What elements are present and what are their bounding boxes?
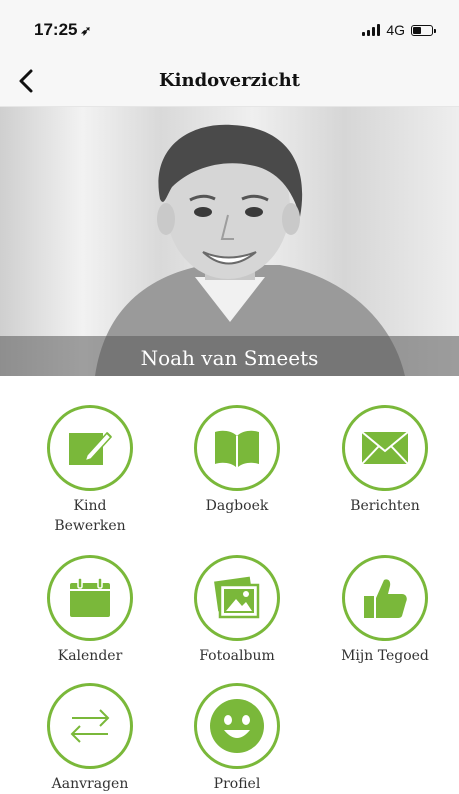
- calendar-icon: [70, 577, 110, 617]
- tile-circle: [47, 405, 133, 491]
- tile-label: Mijn Tegoed: [341, 648, 429, 664]
- location-arrow-icon: ➶: [80, 23, 92, 38]
- tile-circle: [342, 405, 428, 491]
- network-type: 4G: [386, 22, 405, 38]
- tile-label: Berichten: [350, 498, 420, 514]
- tile-circle: [194, 405, 280, 491]
- edit-icon: [69, 431, 113, 465]
- tile-label: Aanvragen: [51, 776, 129, 792]
- tile-circle: [194, 555, 280, 641]
- tile-label: Fotoalbum: [199, 648, 275, 664]
- tile-label: Profiel: [213, 776, 261, 792]
- tile-mijn-tegoed[interactable]: Mijn Tegoed: [325, 555, 445, 666]
- thumbs-up-icon: [364, 579, 407, 618]
- tile-circle: [47, 683, 133, 769]
- book-icon: [215, 430, 259, 468]
- status-time: 17:25 ➶: [34, 20, 91, 40]
- tile-kalender[interactable]: Kalender: [30, 555, 150, 666]
- battery-icon: [411, 24, 436, 36]
- tile-berichten[interactable]: Berichten: [325, 405, 445, 516]
- status-bar: 17:25 ➶ 4G: [0, 0, 459, 58]
- exchange-arrows-icon: [70, 709, 110, 743]
- photo-album-icon: [214, 576, 260, 619]
- tile-circle: [194, 683, 280, 769]
- tile-label: Dagboek: [205, 498, 269, 514]
- tile-dagboek[interactable]: Dagboek: [177, 405, 297, 516]
- tile-label: Kalender: [57, 648, 123, 664]
- tile-label: Kind Bewerken: [54, 498, 126, 534]
- page-title: Kindoverzicht: [159, 70, 300, 91]
- navigation-bar: Kindoverzicht: [0, 58, 459, 107]
- tile-circle: [47, 555, 133, 641]
- child-name: Noah van Smeets: [140, 346, 319, 370]
- status-indicators: 4G: [362, 22, 436, 38]
- tile-profiel[interactable]: Profiel: [177, 683, 297, 794]
- tile-kind-bewerken[interactable]: Kind Bewerken: [30, 405, 150, 536]
- signal-icon: [362, 24, 381, 36]
- envelope-icon: [361, 431, 409, 465]
- smiley-icon: [210, 699, 264, 753]
- tile-aanvragen[interactable]: Aanvragen: [30, 683, 150, 794]
- status-time-text: 17:25: [34, 20, 78, 39]
- tile-fotoalbum[interactable]: Fotoalbum: [177, 555, 297, 666]
- tile-circle: [342, 555, 428, 641]
- child-photo: Noah van Smeets: [0, 107, 459, 376]
